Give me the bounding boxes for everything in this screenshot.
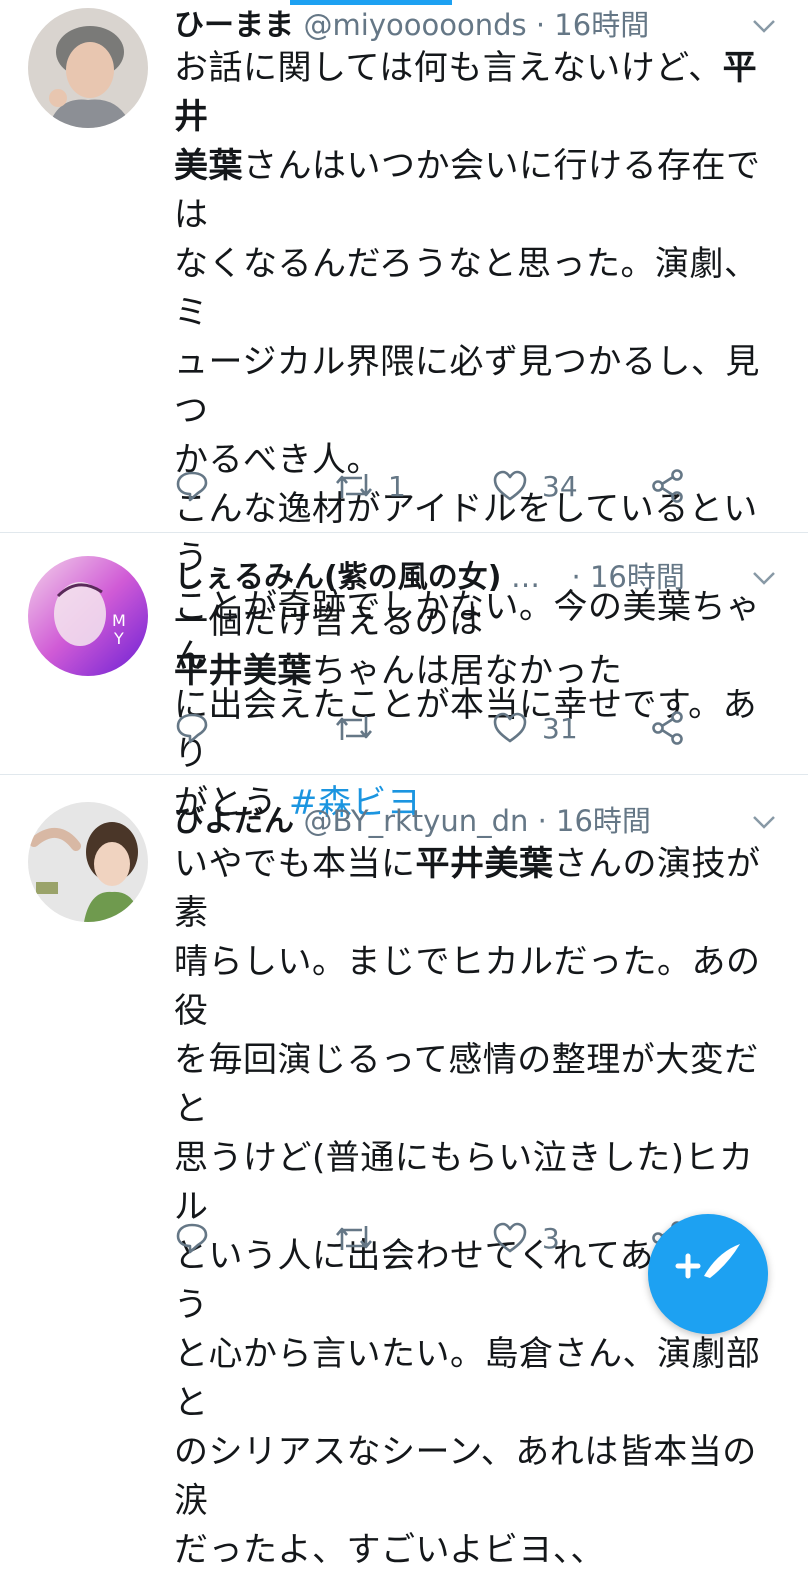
text-line: のシリアスなシーン、あれは皆本当の涙 xyxy=(174,1432,757,1521)
retweet-button[interactable] xyxy=(334,1216,388,1260)
text-line: 一個だけ言えるのは xyxy=(174,602,484,642)
tweet-actions: 3 xyxy=(174,1216,714,1260)
like-count: 3 xyxy=(542,1221,560,1255)
svg-text:M: M xyxy=(112,611,126,630)
chevron-down-icon[interactable] xyxy=(750,12,778,40)
text-line: いやでも本当に xyxy=(174,844,416,884)
retweet-button[interactable]: 1 xyxy=(334,464,406,508)
text-line: なくなるんだろうなと思った。演劇、ミ xyxy=(174,244,759,333)
text-line: ュージカル界隈に必ず見つかるし、見つ xyxy=(174,342,760,431)
like-count: 31 xyxy=(542,711,578,745)
reply-icon xyxy=(176,471,208,502)
tweet-text: 一個だけ言えるのは 平井美葉ちゃんは居なかった xyxy=(174,598,780,696)
reply-button[interactable] xyxy=(174,464,210,508)
like-button[interactable]: 34 xyxy=(492,464,578,508)
like-icon xyxy=(493,470,527,501)
chevron-down-icon[interactable] xyxy=(750,808,778,836)
retweet-count: 1 xyxy=(388,469,406,503)
share-icon xyxy=(652,469,683,503)
text-line: さんはいつか会いに行ける存在では xyxy=(174,146,761,235)
display-name[interactable]: びよだん xyxy=(174,804,294,839)
meta-separator: · xyxy=(528,804,557,838)
like-icon xyxy=(493,712,527,743)
bold-name: 平井美葉 xyxy=(415,844,554,884)
avatar[interactable] xyxy=(28,8,148,128)
text-line: だったよ、すごいよビヨ、、 xyxy=(174,1530,605,1570)
compose-icon xyxy=(675,1244,740,1279)
tweet-header: ひーまま @miyooooonds · 16時間 xyxy=(174,2,778,48)
share-icon xyxy=(652,711,683,745)
bold-name: 美葉 xyxy=(174,146,243,186)
tweet-2[interactable]: M Y しぇるみん(紫の風の女) … · 16時間 一個だけ言えるのは 平井美葉… xyxy=(0,532,808,775)
retweet-icon xyxy=(336,716,372,740)
tweet-actions: 1 34 xyxy=(174,464,714,508)
bold-name: 平井美葉 xyxy=(174,651,312,691)
retweet-button[interactable] xyxy=(334,706,388,750)
reply-icon xyxy=(176,1223,208,1254)
tweet-header: しぇるみん(紫の風の女) … · 16時間 xyxy=(174,554,778,600)
tweet-1[interactable]: ひーまま @miyooooonds · 16時間 お話に関しては何も言えないけど… xyxy=(0,0,808,823)
like-icon xyxy=(493,1222,527,1253)
avatar[interactable] xyxy=(28,802,148,922)
like-count: 34 xyxy=(542,469,578,503)
reply-button[interactable] xyxy=(174,706,210,750)
text-line: と心から言いたい。島倉さん、演劇部と xyxy=(174,1334,761,1423)
retweet-icon xyxy=(336,1226,372,1250)
reply-button[interactable] xyxy=(174,1216,210,1260)
like-button[interactable]: 31 xyxy=(492,706,578,750)
tweet-actions: 31 xyxy=(174,706,714,750)
timestamp[interactable]: 16時間 xyxy=(554,8,649,42)
tweet-text: いやでも本当に平井美葉さんの演技が素 晴らしい。まじでヒカルだった。あの役 を毎… xyxy=(174,840,780,1575)
like-button[interactable]: 3 xyxy=(492,1216,560,1260)
handle[interactable]: @BY_rktyun_dn xyxy=(304,804,529,838)
text-line: を毎回演じるって感情の整理が大変だと xyxy=(174,1040,759,1129)
reply-icon xyxy=(176,713,208,744)
timestamp[interactable]: 16時間 xyxy=(590,560,685,594)
display-name[interactable]: しぇるみん(紫の風の女) xyxy=(174,560,501,595)
share-button[interactable] xyxy=(650,706,686,750)
chevron-down-icon[interactable] xyxy=(750,564,778,592)
name-truncation: … xyxy=(510,560,540,594)
retweet-icon xyxy=(336,474,372,498)
avatar[interactable]: M Y xyxy=(28,556,148,676)
display-name[interactable]: ひーまま xyxy=(174,8,294,43)
svg-text:Y: Y xyxy=(113,629,124,648)
meta-separator: · xyxy=(526,8,555,42)
compose-button[interactable] xyxy=(648,1214,768,1334)
tweet-3[interactable]: びよだん @BY_rktyun_dn · 16時間 いやでも本当に平井美葉さんの… xyxy=(0,774,808,1570)
tweet-header: びよだん @BY_rktyun_dn · 16時間 xyxy=(174,798,778,844)
text-line: 晴らしい。まじでヒカルだった。あの役 xyxy=(174,942,761,1031)
text-line: お話に関しては何も言えないけど、 xyxy=(174,48,723,88)
timestamp[interactable]: 16時間 xyxy=(556,804,651,838)
handle[interactable]: @miyooooonds xyxy=(304,8,527,42)
meta-separator: · xyxy=(571,560,590,594)
text-line: ちゃんは居なかった xyxy=(312,651,623,691)
share-button[interactable] xyxy=(650,464,686,508)
